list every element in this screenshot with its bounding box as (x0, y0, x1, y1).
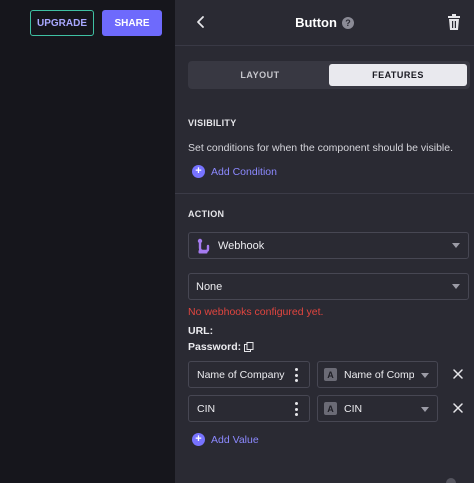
panel-header: Button ? (175, 0, 474, 46)
mapping-value-select[interactable]: A CIN (317, 395, 438, 422)
plus-circle-icon: + (192, 165, 205, 178)
help-circle-icon[interactable]: ? (341, 16, 354, 29)
trash-icon[interactable] (446, 13, 462, 31)
close-icon[interactable] (453, 403, 463, 413)
url-label: URL: (188, 325, 214, 337)
mapping-key-text: Name of Company (197, 368, 285, 381)
add-condition-button[interactable]: + Add Condition (192, 165, 277, 178)
panel-title-row: Button ? (175, 15, 474, 30)
more-vertical-icon[interactable] (295, 402, 299, 416)
upgrade-button[interactable]: UPGRADE (30, 10, 94, 36)
mapping-value-select[interactable]: A Name of Company (317, 361, 438, 388)
add-condition-label: Add Condition (211, 165, 277, 178)
visibility-description: Set conditions for when the component sh… (188, 142, 453, 154)
panel-title: Button (295, 15, 337, 30)
close-icon[interactable] (453, 369, 463, 379)
chevron-down-icon (452, 243, 460, 248)
webhook-icon (197, 238, 210, 253)
mapping-value-text: Name of Company (344, 368, 414, 381)
text-type-icon: A (324, 368, 337, 381)
properties-panel: Button ? LAYOUT FEATURES VISIBILITY Set … (175, 0, 474, 483)
add-value-label: Add Value (211, 433, 259, 446)
section-divider (175, 193, 474, 194)
password-label: Password: (188, 341, 242, 353)
password-label-row: Password: (188, 341, 254, 353)
webhook-error-message: No webhooks configured yet. (188, 306, 324, 318)
chevron-down-icon (421, 373, 429, 378)
action-type-select[interactable]: Webhook (188, 232, 469, 259)
panel-tabs: LAYOUT FEATURES (188, 61, 470, 89)
webhook-select-value: None (196, 280, 223, 293)
mapping-key-field[interactable]: Name of Company (188, 361, 310, 388)
tab-features[interactable]: FEATURES (329, 64, 467, 86)
url-label-row: URL: (188, 325, 213, 337)
plus-circle-icon: + (192, 433, 205, 446)
text-type-icon: A (324, 402, 337, 415)
share-button[interactable]: SHARE (102, 10, 162, 36)
webhook-select[interactable]: None (188, 273, 469, 300)
mapping-value-text: CIN (344, 402, 363, 415)
mapping-key-text: CIN (197, 402, 216, 415)
tab-layout[interactable]: LAYOUT (191, 64, 329, 86)
mapping-key-field[interactable]: CIN (188, 395, 310, 422)
add-value-button[interactable]: + Add Value (192, 433, 259, 446)
action-type-value: Webhook (218, 239, 265, 252)
more-vertical-icon[interactable] (295, 368, 299, 382)
visibility-section-title: VISIBILITY (188, 118, 237, 128)
copy-icon[interactable] (244, 342, 254, 352)
scroll-handle[interactable] (446, 478, 456, 483)
chevron-down-icon (452, 284, 460, 289)
canvas-area: UPGRADE SHARE (0, 0, 175, 483)
action-section-title: ACTION (188, 209, 225, 219)
chevron-down-icon (421, 407, 429, 412)
